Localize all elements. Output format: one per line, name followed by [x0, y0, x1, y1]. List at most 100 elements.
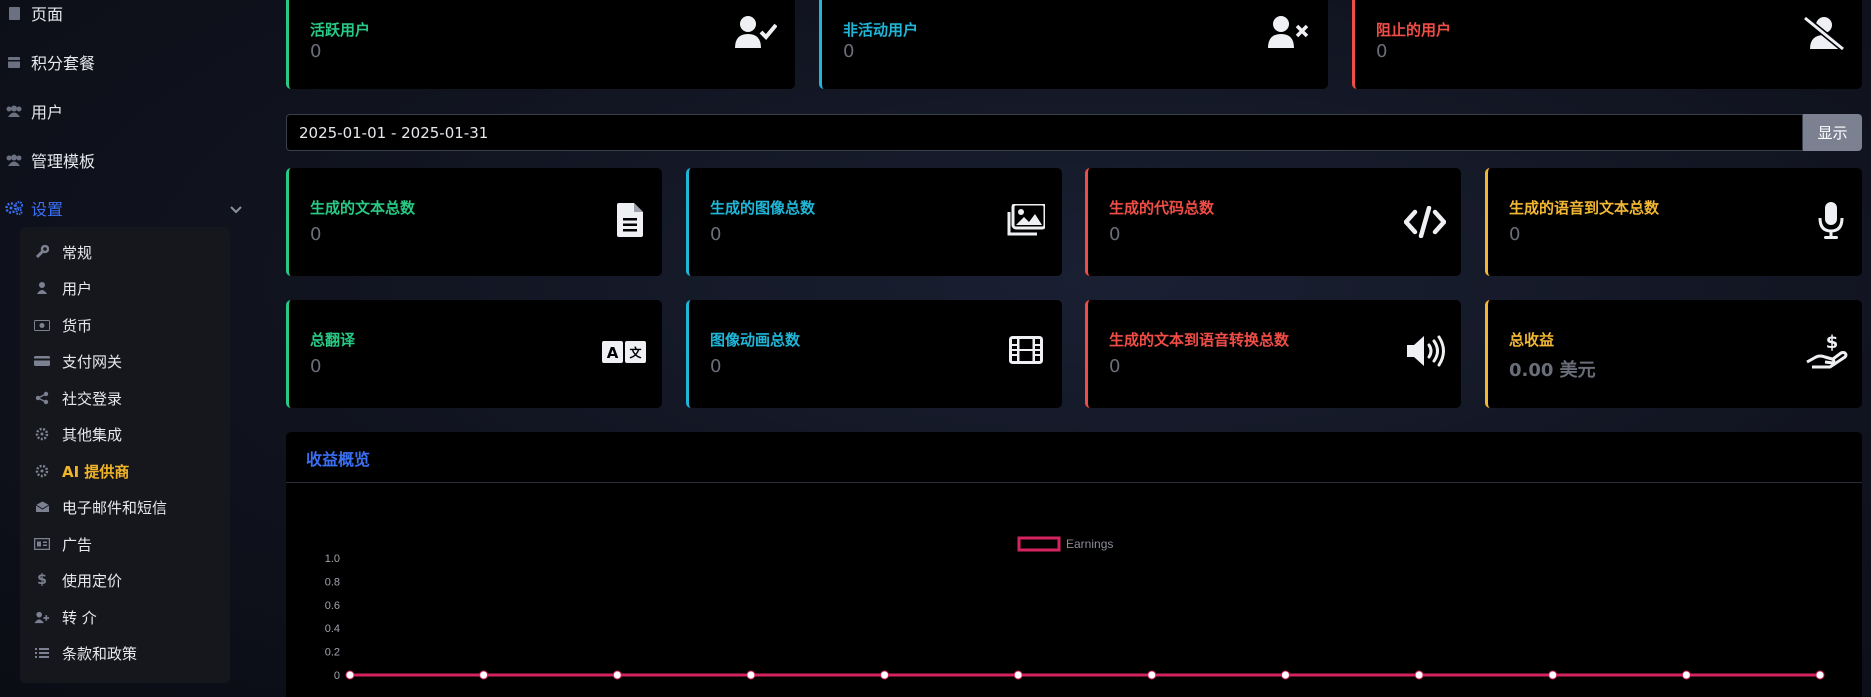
submenu-item-label: 电子邮件和短信 — [62, 498, 168, 517]
card-value: 0 — [843, 41, 855, 62]
sidebar-item-label: 用户 — [31, 103, 64, 122]
submenu-item-label: 支付网关 — [62, 352, 123, 371]
submenu-item-user[interactable]: 用户 — [34, 273, 92, 303]
data-point — [1548, 670, 1558, 680]
card-label: 生成的语音到文本总数 — [1509, 199, 1660, 217]
cog-icon — [34, 464, 50, 478]
chevron-down-icon[interactable] — [230, 199, 242, 218]
data-point — [1414, 670, 1424, 680]
card-blocked-users: 阻止的用户 0 — [1352, 0, 1862, 89]
submenu-item-label: 货币 — [62, 316, 93, 335]
microphone-icon — [1818, 202, 1844, 240]
chart-series — [345, 670, 1825, 680]
submenu-item-ads[interactable]: 广告 — [34, 529, 92, 559]
daterange-input[interactable]: 2025-01-01 - 2025-01-31 — [286, 114, 1803, 151]
translate-icon: A文 — [602, 341, 646, 363]
card-value: 0 — [710, 356, 722, 377]
data-point — [612, 670, 622, 680]
card-value: 0 — [310, 224, 322, 245]
sidebar-item-users[interactable]: 用户 — [0, 96, 258, 126]
y-tick-label: 1.0 — [325, 553, 340, 565]
settings-submenu: 常规 用户 货币 支付网关 社交登录 其他集成 AI 提供商 电子邮件和短信 广… — [20, 227, 230, 683]
user-icon — [34, 281, 50, 295]
card-value: 0 — [1109, 356, 1121, 377]
y-tick-label: 0.2 — [325, 647, 340, 659]
page-icon — [4, 6, 24, 21]
sidebar-item-label: 积分套餐 — [31, 54, 96, 73]
envelope-icon — [34, 501, 50, 513]
earnings-chart: Earnings 1.0 0.8 0.6 0.4 0.2 0 — [325, 536, 1825, 682]
submenu-item-label: 社交登录 — [62, 389, 123, 408]
submenu-item-email-sms[interactable]: 电子邮件和短信 — [34, 492, 167, 522]
credit-card-icon — [34, 355, 50, 367]
users-icon — [4, 105, 24, 118]
submenu-item-label: 转 介 — [62, 608, 97, 627]
card-value: 0 — [1109, 224, 1121, 245]
card-value: 0.00 美元 — [1509, 360, 1596, 381]
user-times-icon — [1268, 15, 1310, 49]
user-slash-icon — [1802, 15, 1846, 51]
list-icon — [34, 647, 50, 659]
images-icon — [1007, 204, 1045, 236]
card-label: 总翻译 — [310, 331, 356, 349]
user-check-icon — [735, 15, 777, 49]
gears-icon — [4, 201, 24, 215]
data-point — [1280, 670, 1290, 680]
dollar-icon: $ — [37, 572, 47, 588]
data-point — [345, 670, 355, 680]
card-total-animations: 图像动画总数 0 — [686, 300, 1062, 408]
chart-y-axis: 1.0 0.8 0.6 0.4 0.2 0 — [325, 553, 340, 682]
submenu-item-currency[interactable]: 货币 — [34, 310, 92, 340]
y-tick-label: 0.4 — [325, 623, 340, 635]
card-total-images: 生成的图像总数 0 — [686, 168, 1062, 276]
sidebar-item-label: 页面 — [31, 5, 64, 24]
show-button[interactable]: 显示 — [1803, 114, 1862, 151]
submenu-item-referral[interactable]: 转 介 — [34, 602, 97, 632]
svg-text:$: $ — [1826, 332, 1839, 353]
code-icon — [1404, 206, 1446, 238]
hand-dollar-icon: $ — [1806, 332, 1848, 370]
sidebar-item-credit-packages[interactable]: 积分套餐 — [0, 47, 258, 77]
legend-label: Earnings — [1066, 537, 1113, 551]
submenu-item-label: 广告 — [62, 535, 93, 554]
legend-swatch — [1017, 536, 1061, 552]
submenu-item-social-login[interactable]: 社交登录 — [34, 383, 122, 413]
card-value: 0 — [310, 356, 322, 377]
submenu-item-usage-pricing[interactable]: $ 使用定价 — [34, 565, 122, 595]
card-label: 生成的文本到语音转换总数 — [1109, 331, 1290, 349]
package-icon — [4, 55, 24, 69]
submenu-item-label: 常规 — [62, 243, 93, 262]
film-icon — [1009, 336, 1043, 364]
submenu-item-ai-providers[interactable]: AI 提供商 — [34, 456, 129, 486]
submenu-item-label: 条款和政策 — [62, 644, 138, 663]
submenu-item-general[interactable]: 常规 — [34, 237, 92, 267]
submenu-item-integrations[interactable]: 其他集成 — [34, 419, 122, 449]
file-text-icon — [617, 203, 643, 237]
card-total-text-to-speech: 生成的文本到语音转换总数 0 — [1085, 300, 1461, 408]
volume-icon — [1406, 334, 1446, 368]
sidebar-item-templates[interactable]: 管理模板 — [0, 145, 258, 175]
submenu-item-label: 其他集成 — [62, 425, 123, 444]
submenu-item-payment-gateway[interactable]: 支付网关 — [34, 346, 122, 376]
card-label: 活跃用户 — [310, 21, 371, 39]
data-point — [479, 670, 489, 680]
sidebar: 页面 积分套餐 用户 管理模板 设置 常规 用户 货币 支付网关 社交登录 其他… — [0, 0, 258, 697]
card-active-users: 活跃用户 0 — [286, 0, 795, 89]
sidebar-item-settings[interactable]: 设置 — [0, 193, 258, 223]
submenu-item-label: 用户 — [62, 279, 93, 298]
data-point — [880, 670, 890, 680]
card-value: 0 — [710, 224, 722, 245]
earnings-overview-panel: 收益概览 Earnings 1.0 0.8 0.6 0.4 0.2 0 — [286, 432, 1862, 697]
sidebar-item-pages[interactable]: 页面 — [0, 0, 258, 28]
sidebar-item-label: 设置 — [31, 200, 64, 219]
submenu-item-terms[interactable]: 条款和政策 — [34, 638, 137, 668]
card-label: 图像动画总数 — [710, 331, 801, 349]
card-label: 生成的代码总数 — [1109, 199, 1215, 217]
card-label: 非活动用户 — [843, 21, 919, 39]
card-total-translations: 总翻译 0 A文 — [286, 300, 662, 408]
card-label: 生成的图像总数 — [710, 199, 816, 217]
share-icon — [34, 391, 50, 405]
card-value: 0 — [1376, 41, 1388, 62]
card-value: 0 — [310, 41, 322, 62]
chart-legend[interactable]: Earnings — [1017, 536, 1113, 552]
